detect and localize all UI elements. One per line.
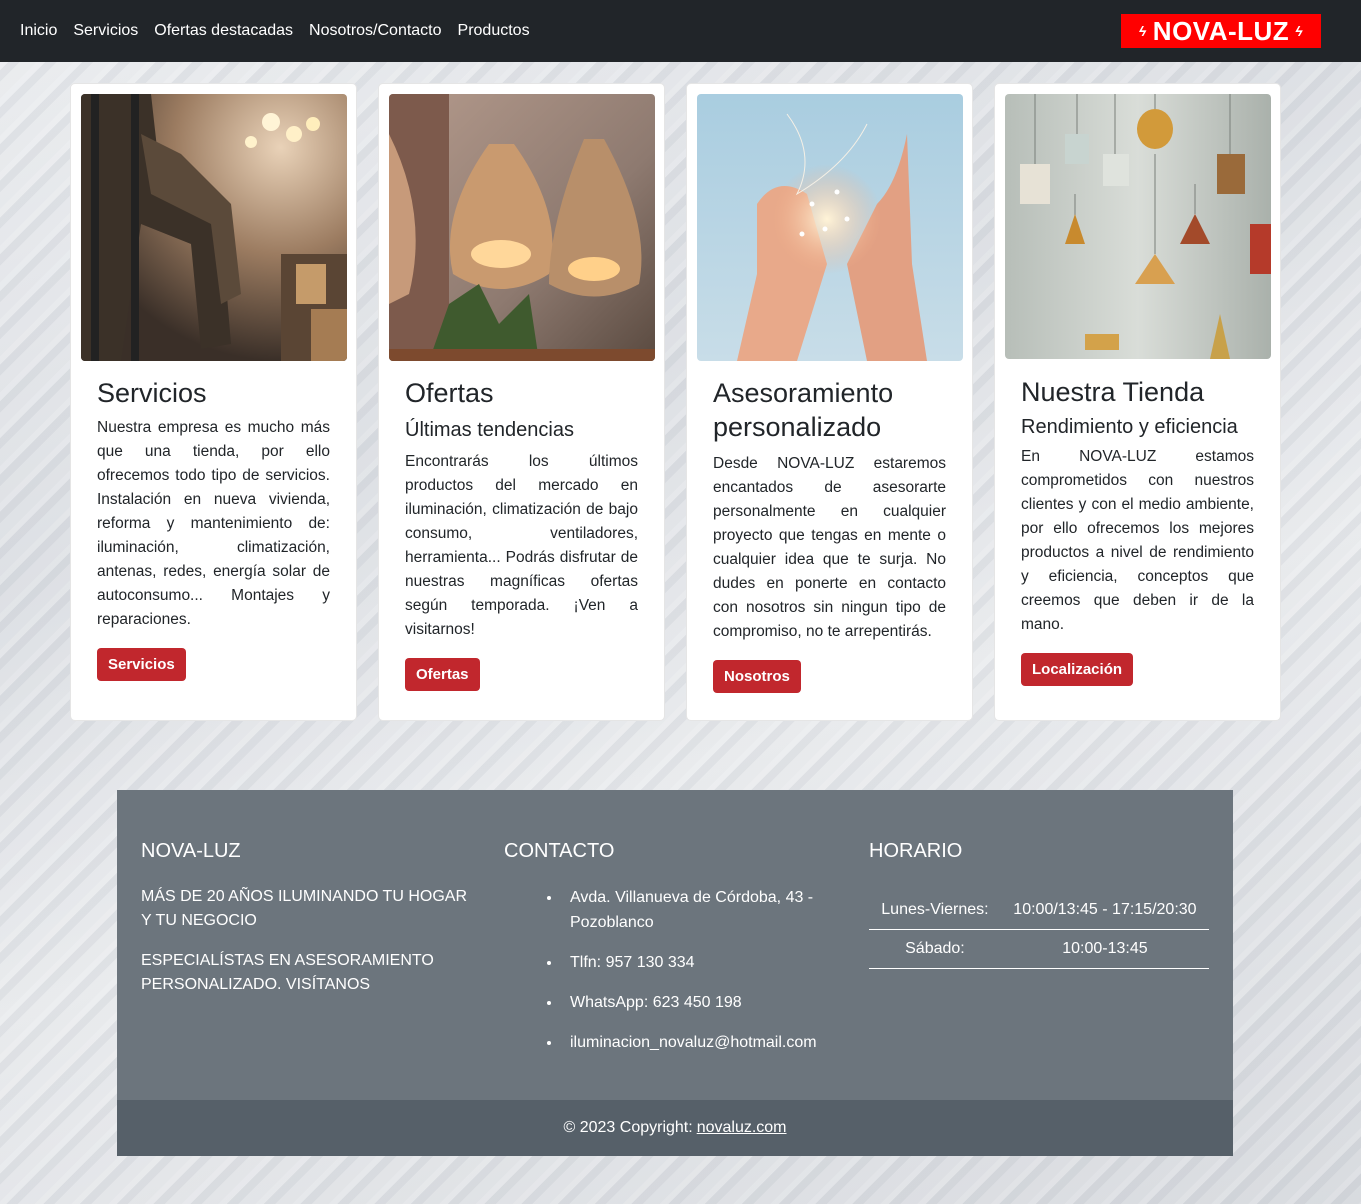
contact-list: Avda. Villanueva de Córdoba, 43 - Pozobl… [504,885,844,1055]
lightning-bolt-icon: ϟ [1138,23,1147,39]
contact-phone: Tlfn: 957 130 334 [562,950,844,975]
copyright-bar: © 2023 Copyright: novaluz.com [117,1100,1233,1156]
contact-address: Avda. Villanueva de Córdoba, 43 - Pozobl… [562,885,844,935]
contact-whatsapp: WhatsApp: 623 450 198 [562,990,844,1015]
card-text: En NOVA-LUZ estamos comprometidos con nu… [1021,448,1254,633]
footer-contact: CONTACTO Avda. Villanueva de Córdoba, 43… [504,840,844,1070]
card-nuestra-tienda: Nuestra Tienda Rendimiento y eficiencia … [994,83,1281,721]
hours-day: Sábado: [869,929,1001,969]
brand-name: NOVA-LUZ [1152,15,1290,46]
card-title: Asesoramiento personalizado [713,378,894,442]
nav-link-servicios[interactable]: Servicios [73,22,138,40]
contact-email: iluminacion_novaluz@hotmail.com [562,1030,844,1055]
card-text: Encontrarás los últimos productos del me… [405,453,638,638]
nosotros-button[interactable]: Nosotros [713,660,801,693]
footer-about-heading: NOVA-LUZ [141,840,241,862]
copyright-link[interactable]: novaluz.com [697,1119,787,1137]
footer-about-line: Especialístas en asesoramiento personali… [141,952,434,993]
footer-hours: HORARIO Lunes-Viernes: 10:00/13:45 - 17:… [869,840,1209,969]
site-footer: NOVA-LUZ Más de 20 años iluminando tu ho… [117,790,1233,1156]
card-subtitle: Rendimiento y eficiencia [1021,416,1238,438]
card-body: Asesoramiento personalizado Desde NOVA-L… [713,376,946,693]
hours-day: Lunes-Viernes: [869,891,1001,930]
card-image-shop-lamps [1005,94,1271,359]
hours-row: Lunes-Viernes: 10:00/13:45 - 17:15/20:30 [869,891,1209,930]
card-subtitle: Últimas tendencias [405,419,574,441]
card-title: Servicios [97,378,207,408]
nav-link-inicio[interactable]: Inicio [20,22,57,40]
footer-about-line: Más de 20 años iluminando tu hogar y tu … [141,888,467,929]
card-image-wicker-lamps [389,94,655,361]
lightning-bolt-icon: ϟ [1295,23,1304,39]
card-title: Nuestra Tienda [1021,377,1205,407]
card-text: Desde NOVA-LUZ estaremos encantados de a… [713,455,946,640]
card-image-hands-lights [697,94,963,361]
ofertas-button[interactable]: Ofertas [405,658,480,691]
card-body: Ofertas Últimas tendencias Encontrarás l… [405,376,638,691]
card-asesoramiento: Asesoramiento personalizado Desde NOVA-L… [686,83,973,721]
card-text: Nuestra empresa es mucho más que una tie… [97,419,330,628]
servicios-button[interactable]: Servicios [97,648,186,681]
top-navbar: Inicio Servicios Ofertas destacadas Noso… [0,0,1361,62]
nav-link-nosotros-contacto[interactable]: Nosotros/Contacto [309,22,442,40]
localizacion-button[interactable]: Localización [1021,653,1134,686]
copyright-text: © 2023 Copyright: [563,1119,693,1136]
brand-logo[interactable]: ϟ NOVA-LUZ ϟ [1121,14,1321,48]
nav-links: Inicio Servicios Ofertas destacadas Noso… [20,22,530,40]
hours-time: 10:00/13:45 - 17:15/20:30 [1000,891,1209,930]
card-body: Servicios Nuestra empresa es mucho más q… [97,376,330,681]
hours-time: 10:00-13:45 [1000,929,1209,969]
card-servicios: Servicios Nuestra empresa es mucho más q… [70,83,357,721]
footer-hours-heading: HORARIO [869,840,963,862]
hours-table: Lunes-Viernes: 10:00/13:45 - 17:15/20:30… [869,891,1209,969]
nav-link-ofertas-destacadas[interactable]: Ofertas destacadas [154,22,293,40]
nav-link-productos[interactable]: Productos [458,22,530,40]
hours-row: Sábado: 10:00-13:45 [869,929,1209,969]
card-image-electrician [81,94,347,361]
footer-about: NOVA-LUZ Más de 20 años iluminando tu ho… [141,840,481,1013]
card-title: Ofertas [405,378,494,408]
card-ofertas: Ofertas Últimas tendencias Encontrarás l… [378,83,665,721]
card-body: Nuestra Tienda Rendimiento y eficiencia … [1021,375,1254,686]
footer-contact-heading: CONTACTO [504,840,615,862]
